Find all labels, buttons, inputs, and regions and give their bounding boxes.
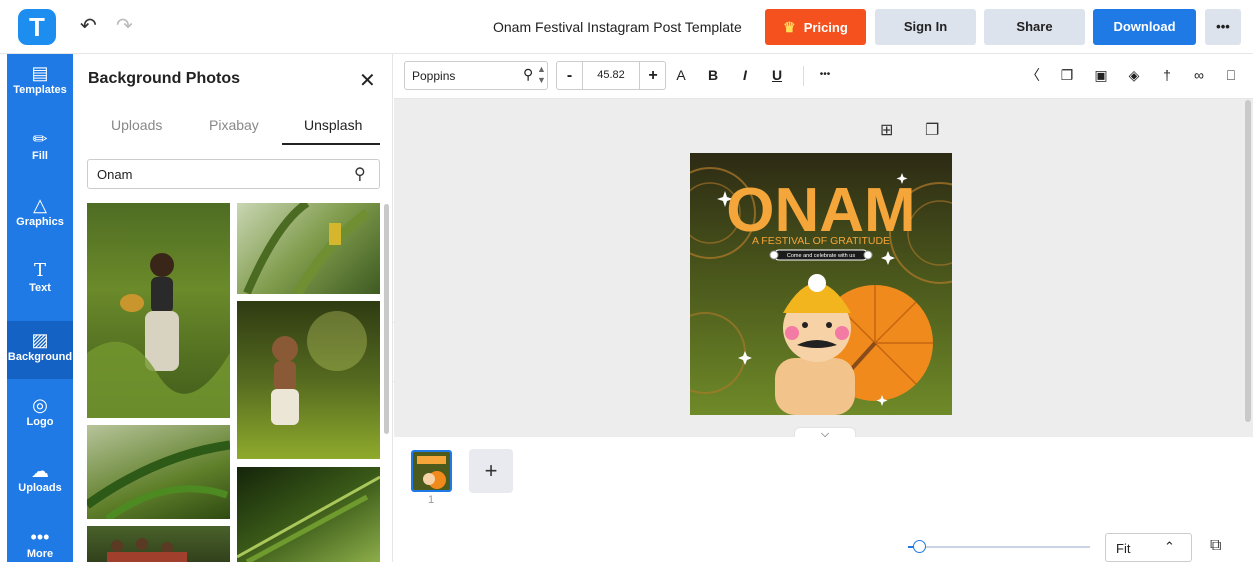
zoom-value: Fit [1116, 541, 1131, 556]
rail-item-label: Graphics [16, 216, 64, 228]
design-subtitle[interactable]: A FESTIVAL OF GRATITUDE [752, 235, 890, 247]
photo-thumbnail[interactable] [237, 467, 380, 562]
zoom-select[interactable]: Fit ⌃ [1105, 533, 1192, 562]
rail-item-background[interactable]: ▨ Background [7, 321, 73, 379]
share-button[interactable]: Share [984, 9, 1085, 45]
undo-icon[interactable]: ↶ [80, 14, 97, 38]
design-canvas[interactable]: ONAM A FESTIVAL OF GRATITUDE Come and ce… [690, 153, 952, 415]
rail-item-fill[interactable]: ✏ Fill [7, 120, 73, 178]
text-color-button[interactable]: A [674, 66, 688, 84]
background-photos-panel: Background Photos ✕ Uploads Pixabay Unsp… [73, 54, 393, 562]
photo-thumbnail[interactable] [237, 203, 380, 294]
add-page-button[interactable]: + [469, 449, 513, 493]
cloud-upload-icon: ☁ [31, 461, 49, 481]
photo-thumbnail[interactable] [87, 425, 230, 519]
rail-item-logo[interactable]: ◎ Logo [7, 386, 73, 444]
photo-thumbnail[interactable] [237, 301, 380, 459]
templates-icon: ▤ [31, 63, 49, 83]
rail-item-label: Background [7, 351, 73, 363]
underline-button[interactable]: U [770, 66, 784, 84]
logo-icon: ◎ [32, 395, 48, 415]
font-family-select[interactable]: Poppins ⚲ ▲ ▼ [404, 61, 548, 90]
rail-item-text[interactable]: T Text [7, 252, 73, 310]
pricing-label: Pricing [803, 20, 848, 35]
pencil-icon: ✏ [32, 129, 48, 149]
close-icon[interactable]: ✕ [359, 68, 376, 93]
decrease-size-button[interactable]: - [557, 62, 583, 89]
banana-leaves-image [243, 203, 371, 294]
align-icon[interactable]: † [1158, 66, 1176, 84]
link-icon[interactable]: ∞ [1190, 66, 1208, 84]
photo-thumbnail[interactable] [87, 526, 230, 562]
page-view-icon[interactable]: ⧉ [1210, 537, 1221, 555]
trash-icon[interactable]: ⎕ [1222, 66, 1240, 84]
workspace-scrollbar[interactable] [1245, 100, 1251, 422]
panel-title: Background Photos [88, 70, 241, 87]
page-preview-image [413, 452, 450, 490]
paint-roller-icon[interactable]: 〈 [1024, 66, 1042, 84]
more-menu-button[interactable]: ••• [1205, 9, 1241, 45]
shapes-icon: △ [33, 195, 47, 215]
chevron-up-icon: ⌃ [1164, 539, 1175, 554]
text-toolbar: Poppins ⚲ ▲ ▼ - 45.82 + A B I U ••• 〈 ❐ ▣… [394, 54, 1253, 99]
design-tagline[interactable]: Come and celebrate with us [787, 253, 855, 259]
onam-artwork: ONAM A FESTIVAL OF GRATITUDE Come and ce… [690, 153, 952, 415]
zoom-slider-handle[interactable] [913, 540, 926, 553]
rail-item-label: Uploads [18, 482, 62, 494]
more-dots-icon: ••• [30, 527, 50, 547]
bold-button[interactable]: B [706, 66, 720, 84]
background-icon: ▨ [31, 330, 49, 350]
rail-item-more[interactable]: ••• More [7, 518, 73, 576]
page-number: 1 [428, 494, 435, 506]
text-icon: T [33, 260, 46, 281]
rail-item-uploads[interactable]: ☁ Uploads [7, 452, 73, 510]
palm-fronds-image [237, 475, 380, 562]
rail-item-label: Logo [26, 416, 54, 428]
rail-item-label: Text [29, 282, 51, 294]
opacity-icon[interactable]: ◈ [1125, 66, 1143, 84]
zoom-slider[interactable] [908, 546, 1090, 548]
photo-thumbnail[interactable] [87, 203, 230, 418]
girl-in-field-image [87, 253, 230, 418]
download-button[interactable]: Download [1093, 9, 1196, 45]
left-rail: ▤ Templates ✏ Fill △ Graphics T Text ▨ B… [7, 54, 73, 562]
rail-item-label: Templates [13, 84, 67, 96]
duplicate-page-icon[interactable]: ❐ [925, 120, 939, 140]
rail-item-label: Fill [32, 150, 48, 162]
tab-unsplash[interactable]: Unsplash [304, 117, 362, 133]
rail-item-templates[interactable]: ▤ Templates [7, 54, 73, 112]
active-tab-indicator [282, 143, 380, 145]
app-logo[interactable]: T [18, 9, 56, 45]
italic-button[interactable]: I [738, 66, 752, 84]
rail-item-label: More [26, 548, 54, 560]
stepper-arrows-icon[interactable]: ▲ ▼ [537, 64, 546, 86]
sign-in-button[interactable]: Sign In [875, 9, 976, 45]
page-thumbnail[interactable] [411, 450, 452, 492]
add-element-icon[interactable]: ⊞ [880, 120, 893, 140]
duplicate-icon[interactable]: ❐ [1058, 66, 1076, 84]
pricing-button[interactable]: ♛ Pricing [765, 9, 866, 45]
panel-scrollbar[interactable] [384, 204, 389, 434]
tab-uploads[interactable]: Uploads [111, 117, 162, 133]
green-leaves-image [87, 440, 230, 519]
layer-order-icon[interactable]: ▣ [1092, 66, 1110, 84]
document-title[interactable]: Onam Festival Instagram Post Template [493, 19, 742, 35]
crown-icon: ♛ [783, 19, 796, 35]
toolbar-divider [803, 66, 804, 86]
search-icon: ⚲ [523, 66, 534, 82]
font-size-stepper: - 45.82 + [556, 61, 666, 90]
redo-icon[interactable]: ↷ [116, 14, 133, 38]
increase-size-button[interactable]: + [639, 62, 666, 89]
rail-item-graphics[interactable]: △ Graphics [7, 186, 73, 244]
top-bar: T ↶ ↷ Onam Festival Instagram Post Templ… [0, 0, 1253, 54]
font-family-value: Poppins [412, 69, 456, 83]
search-value: Onam [97, 167, 133, 182]
search-icon[interactable]: ⚲ [354, 164, 366, 184]
font-size-input[interactable]: 45.82 [583, 62, 639, 89]
more-options-button[interactable]: ••• [814, 66, 836, 84]
people-group-image [107, 538, 187, 562]
search-input[interactable]: Onam ⚲ [87, 159, 380, 189]
tab-pixabay[interactable]: Pixabay [209, 117, 259, 133]
child-in-grass-image [271, 311, 367, 425]
